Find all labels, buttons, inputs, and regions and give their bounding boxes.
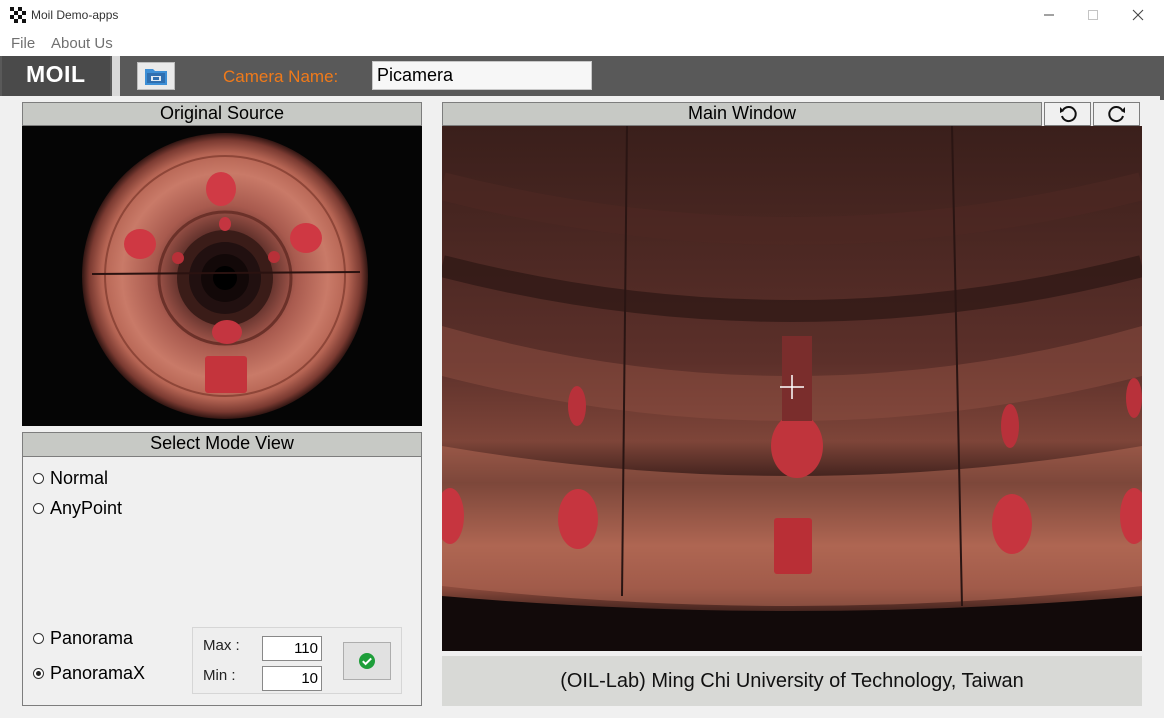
open-file-button[interactable]: [137, 62, 175, 90]
radio-anypoint-label: AnyPoint: [50, 498, 123, 518]
toolbar-divider: [112, 56, 120, 96]
main-window-view[interactable]: [442, 126, 1142, 651]
menu-about-us[interactable]: About Us: [51, 35, 113, 52]
radio-anypoint-indicator: [33, 503, 44, 514]
radio-panorama-indicator: [33, 633, 44, 644]
main-window-header: Main Window: [442, 102, 1042, 126]
logo: MOIL: [2, 56, 110, 96]
min-field[interactable]: [262, 666, 322, 691]
original-source-image: [22, 126, 422, 426]
logo-text: MOIL: [26, 61, 86, 87]
minimize-button[interactable]: [1027, 2, 1071, 28]
toolbar: MOIL Camera Name:: [0, 56, 1164, 96]
maximize-icon: [1088, 10, 1098, 20]
camera-name-label: Camera Name:: [223, 67, 339, 86]
title-bar: Moil Demo-apps: [0, 0, 1164, 30]
folder-open-icon: [145, 69, 167, 85]
window-title: Moil Demo-apps: [31, 8, 119, 22]
app-checker-icon: [10, 7, 26, 23]
rotate-left-button[interactable]: [1044, 102, 1091, 126]
rotate-left-icon: [1059, 106, 1077, 123]
radio-panoramax-label: PanoramaX: [50, 663, 146, 683]
close-button[interactable]: [1116, 2, 1160, 28]
select-mode-view-header: Select Mode View: [22, 432, 422, 457]
radio-panoramax[interactable]: PanoramaX: [33, 663, 145, 684]
max-field[interactable]: [262, 636, 322, 661]
rotate-right-button[interactable]: [1093, 102, 1140, 126]
check-circle-icon: [359, 653, 375, 669]
toolbar-edge: [1160, 96, 1164, 100]
minimize-icon: [1044, 14, 1054, 16]
footer-credit: (OIL-Lab) Ming Chi University of Technol…: [442, 656, 1142, 706]
close-icon: [1132, 9, 1144, 21]
maximize-button[interactable]: [1071, 2, 1115, 28]
original-source-header: Original Source: [22, 102, 422, 126]
radio-normal-indicator: [33, 473, 44, 484]
rotate-right-icon: [1107, 106, 1125, 123]
radio-normal-label: Normal: [50, 468, 109, 488]
app-window: Moil Demo-apps File About Us MOIL Camera…: [0, 0, 1164, 718]
min-label: Min :: [203, 667, 236, 684]
apply-range-button[interactable]: [343, 642, 391, 680]
radio-panoramax-indicator: [33, 668, 44, 679]
menu-bar: File About Us: [0, 30, 1164, 56]
footer-text: (OIL-Lab) Ming Chi University of Technol…: [560, 669, 1024, 692]
camera-name-field[interactable]: [372, 61, 592, 90]
max-label: Max :: [203, 637, 240, 654]
radio-anypoint[interactable]: AnyPoint: [33, 498, 122, 519]
radio-panorama-label: Panorama: [50, 628, 134, 648]
radio-normal[interactable]: Normal: [33, 468, 108, 489]
menu-file[interactable]: File: [11, 35, 35, 52]
radio-panorama[interactable]: Panorama: [33, 628, 133, 649]
